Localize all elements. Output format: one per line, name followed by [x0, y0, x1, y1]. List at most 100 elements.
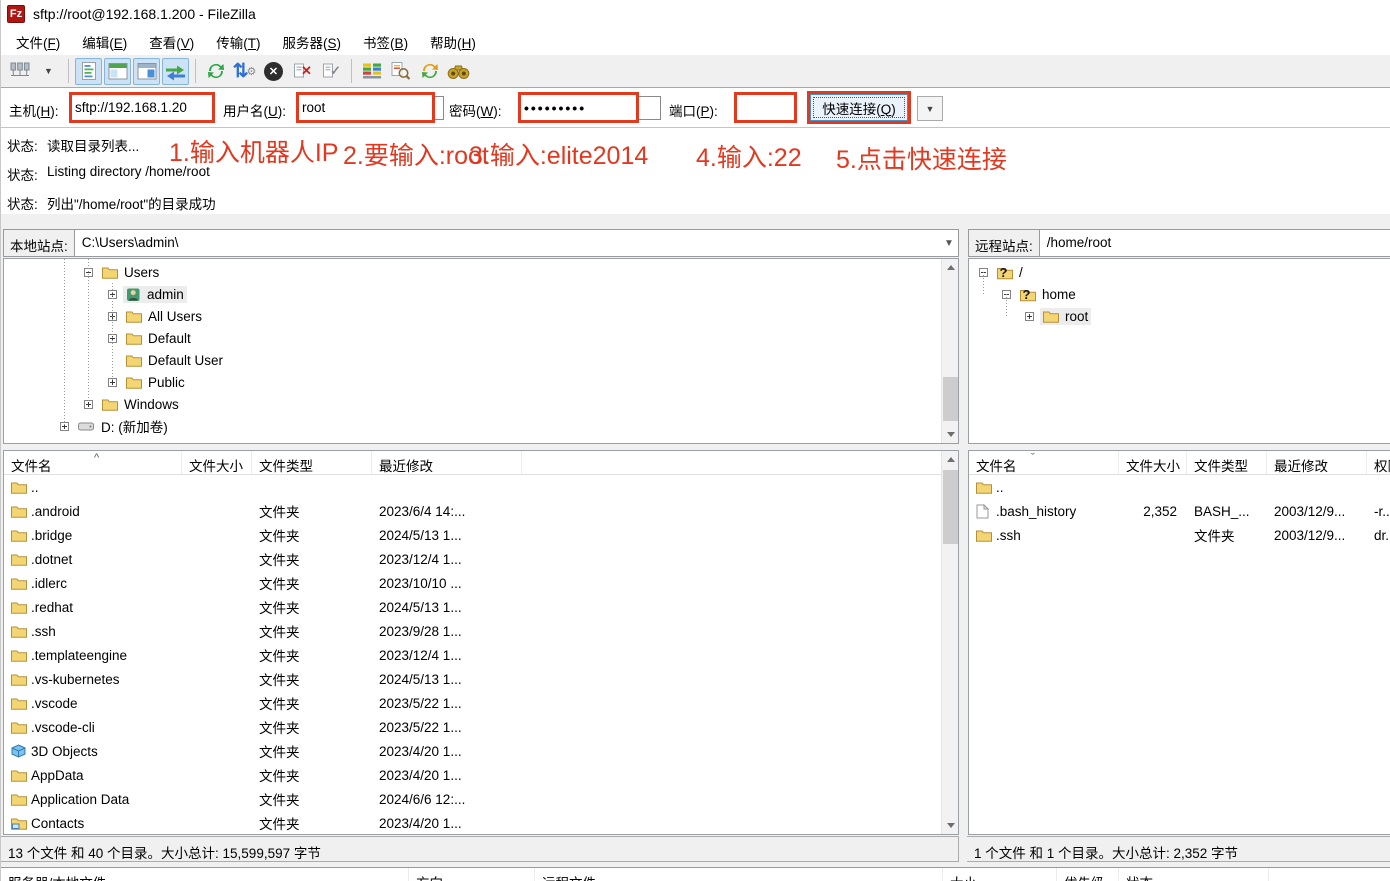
- file-name: Contacts: [31, 816, 84, 831]
- filter-button[interactable]: [387, 58, 414, 85]
- toggle-transfer-queue-button[interactable]: [162, 58, 189, 85]
- username-input[interactable]: root: [296, 92, 435, 123]
- file-row--vscode-cli[interactable]: .vscode-cli文件夹2023/5/22 1...: [4, 715, 958, 739]
- quickconnect-dropdown-button[interactable]: ▼: [917, 96, 943, 121]
- file-row-application-data[interactable]: Application Data文件夹2024/6/6 12:...: [4, 787, 958, 811]
- file-row--[interactable]: ..: [969, 475, 1390, 499]
- menu-item[interactable]: 编辑(E): [71, 28, 138, 56]
- local-site-path[interactable]: C:\Users\admin\: [75, 230, 940, 256]
- queue-column-header[interactable]: 远程文件: [535, 868, 943, 881]
- file-row--templateengine[interactable]: .templateengine文件夹2023/12/4 1...: [4, 643, 958, 667]
- queue-column-header[interactable]: 服务器/本地文件: [1, 868, 409, 881]
- tree-item-d-[interactable]: D: (新加卷): [4, 415, 958, 437]
- file-row--bridge[interactable]: .bridge文件夹2024/5/13 1...: [4, 523, 958, 547]
- process-queue-button[interactable]: ⇅⚙: [231, 58, 258, 85]
- tree-item-content[interactable]: root: [1040, 308, 1091, 325]
- file-row--dotnet[interactable]: .dotnet文件夹2023/12/4 1...: [4, 547, 958, 571]
- tree-item-public[interactable]: Public: [4, 371, 958, 393]
- scrollbar-thumb[interactable]: [943, 470, 958, 544]
- toggle-remote-tree-button[interactable]: [133, 58, 160, 85]
- column-header[interactable]: 文件名: [4, 451, 182, 474]
- password-input-overflow[interactable]: [639, 96, 661, 120]
- scroll-up-icon[interactable]: [942, 259, 959, 276]
- tree-item-content[interactable]: ?home: [1017, 286, 1079, 303]
- tree-item-all-users[interactable]: All Users: [4, 305, 958, 327]
- queue-column-header[interactable]: 大小: [943, 868, 1057, 881]
- queue-column-header[interactable]: 优先级: [1057, 868, 1119, 881]
- local-list-scrollbar[interactable]: [941, 451, 958, 834]
- file-row--idlerc[interactable]: .idlerc文件夹2023/10/10 ...: [4, 571, 958, 595]
- column-header[interactable]: 文件大小: [182, 451, 252, 474]
- password-input[interactable]: •••••••••: [518, 92, 639, 123]
- column-header[interactable]: 权限: [1367, 451, 1390, 474]
- file-row--android[interactable]: .android文件夹2023/6/4 14:...: [4, 499, 958, 523]
- reconnect-button[interactable]: ✓: [318, 58, 345, 85]
- file-row-3d-objects[interactable]: 3D Objects文件夹2023/4/20 1...: [4, 739, 958, 763]
- site-manager-dropdown-button[interactable]: ▼: [35, 58, 62, 85]
- refresh-button[interactable]: [202, 58, 229, 85]
- toggle-local-tree-button[interactable]: [104, 58, 131, 85]
- tree-item-content[interactable]: Default: [123, 330, 194, 347]
- file-row--bash-history[interactable]: .bash_history2,352BASH_...2003/12/9...-r…: [969, 499, 1390, 523]
- file-row--vscode[interactable]: .vscode文件夹2023/5/22 1...: [4, 691, 958, 715]
- tree-item-content[interactable]: Windows: [99, 396, 182, 413]
- queue-column-header[interactable]: 方向: [409, 868, 535, 881]
- column-header[interactable]: 文件类型: [1187, 451, 1267, 474]
- port-input[interactable]: [734, 92, 797, 123]
- menu-item[interactable]: 文件(F): [5, 28, 71, 56]
- column-header[interactable]: 文件名: [969, 451, 1119, 474]
- tree-item-users[interactable]: Users: [4, 261, 958, 283]
- local-tree-scrollbar[interactable]: [941, 259, 958, 443]
- host-input[interactable]: sftp://192.168.1.20: [69, 92, 215, 123]
- tree-item-root[interactable]: root: [969, 305, 1390, 327]
- expand-icon[interactable]: [1025, 312, 1034, 321]
- synchronized-browsing-button[interactable]: [416, 58, 443, 85]
- scroll-down-icon[interactable]: [942, 817, 959, 834]
- quickconnect-button[interactable]: 快速连接(Q): [810, 94, 908, 121]
- scroll-down-icon[interactable]: [942, 426, 959, 443]
- tree-item-admin[interactable]: admin: [4, 283, 958, 305]
- file-search-button[interactable]: [445, 58, 472, 85]
- file-modified: 2024/5/13 1...: [372, 528, 522, 543]
- file-row-contacts[interactable]: Contacts文件夹2023/4/20 1...: [4, 811, 958, 835]
- file-row--[interactable]: ..: [4, 475, 958, 499]
- cancel-operation-button[interactable]: ✕: [260, 58, 287, 85]
- column-header[interactable]: 最近修改: [372, 451, 522, 474]
- tree-item-content[interactable]: All Users: [123, 308, 205, 325]
- tree-item-content[interactable]: D: (新加卷): [75, 415, 171, 437]
- tree-item-default-user[interactable]: Default User: [4, 349, 958, 371]
- menu-item[interactable]: 书签(B): [352, 28, 419, 56]
- scrollbar-thumb[interactable]: [943, 377, 958, 421]
- column-header[interactable]: 最近修改: [1267, 451, 1367, 474]
- tree-item-content[interactable]: admin: [123, 286, 187, 303]
- file-row--ssh[interactable]: .ssh文件夹2003/12/9...dr...: [969, 523, 1390, 547]
- username-input-overflow[interactable]: [435, 96, 444, 120]
- disconnect-button[interactable]: ✕: [289, 58, 316, 85]
- menu-item[interactable]: 传输(T): [205, 28, 271, 56]
- tree-item-home[interactable]: ?home: [969, 283, 1390, 305]
- toggle-message-log-button[interactable]: [75, 58, 102, 85]
- queue-column-header[interactable]: 状态: [1119, 868, 1269, 881]
- scroll-up-icon[interactable]: [942, 451, 959, 468]
- tree-item-content[interactable]: ?/: [994, 264, 1026, 281]
- file-row--ssh[interactable]: .ssh文件夹2023/9/28 1...: [4, 619, 958, 643]
- directory-comparison-button[interactable]: [358, 58, 385, 85]
- remote-site-path[interactable]: /home/root: [1040, 230, 1390, 256]
- site-manager-button[interactable]: [6, 58, 33, 85]
- tree-item-content[interactable]: Public: [123, 374, 188, 391]
- tree-item-content[interactable]: Users: [99, 264, 162, 281]
- tree-item-windows[interactable]: Windows: [4, 393, 958, 415]
- menu-item[interactable]: 服务器(S): [272, 28, 353, 56]
- tree-item-default[interactable]: Default: [4, 327, 958, 349]
- chevron-down-icon[interactable]: ▼: [940, 230, 958, 256]
- file-row-appdata[interactable]: AppData文件夹2023/4/20 1...: [4, 763, 958, 787]
- column-header[interactable]: 文件大小: [1119, 451, 1187, 474]
- tree-item--[interactable]: ?/: [969, 261, 1390, 283]
- menu-item[interactable]: 帮助(H): [419, 28, 487, 56]
- tree-item-content[interactable]: Default User: [123, 352, 226, 369]
- folder-icon: [976, 480, 996, 494]
- column-header[interactable]: 文件类型: [252, 451, 372, 474]
- file-row--vs-kubernetes[interactable]: .vs-kubernetes文件夹2024/5/13 1...: [4, 667, 958, 691]
- menu-item[interactable]: 查看(V): [138, 28, 205, 56]
- file-row--redhat[interactable]: .redhat文件夹2024/5/13 1...: [4, 595, 958, 619]
